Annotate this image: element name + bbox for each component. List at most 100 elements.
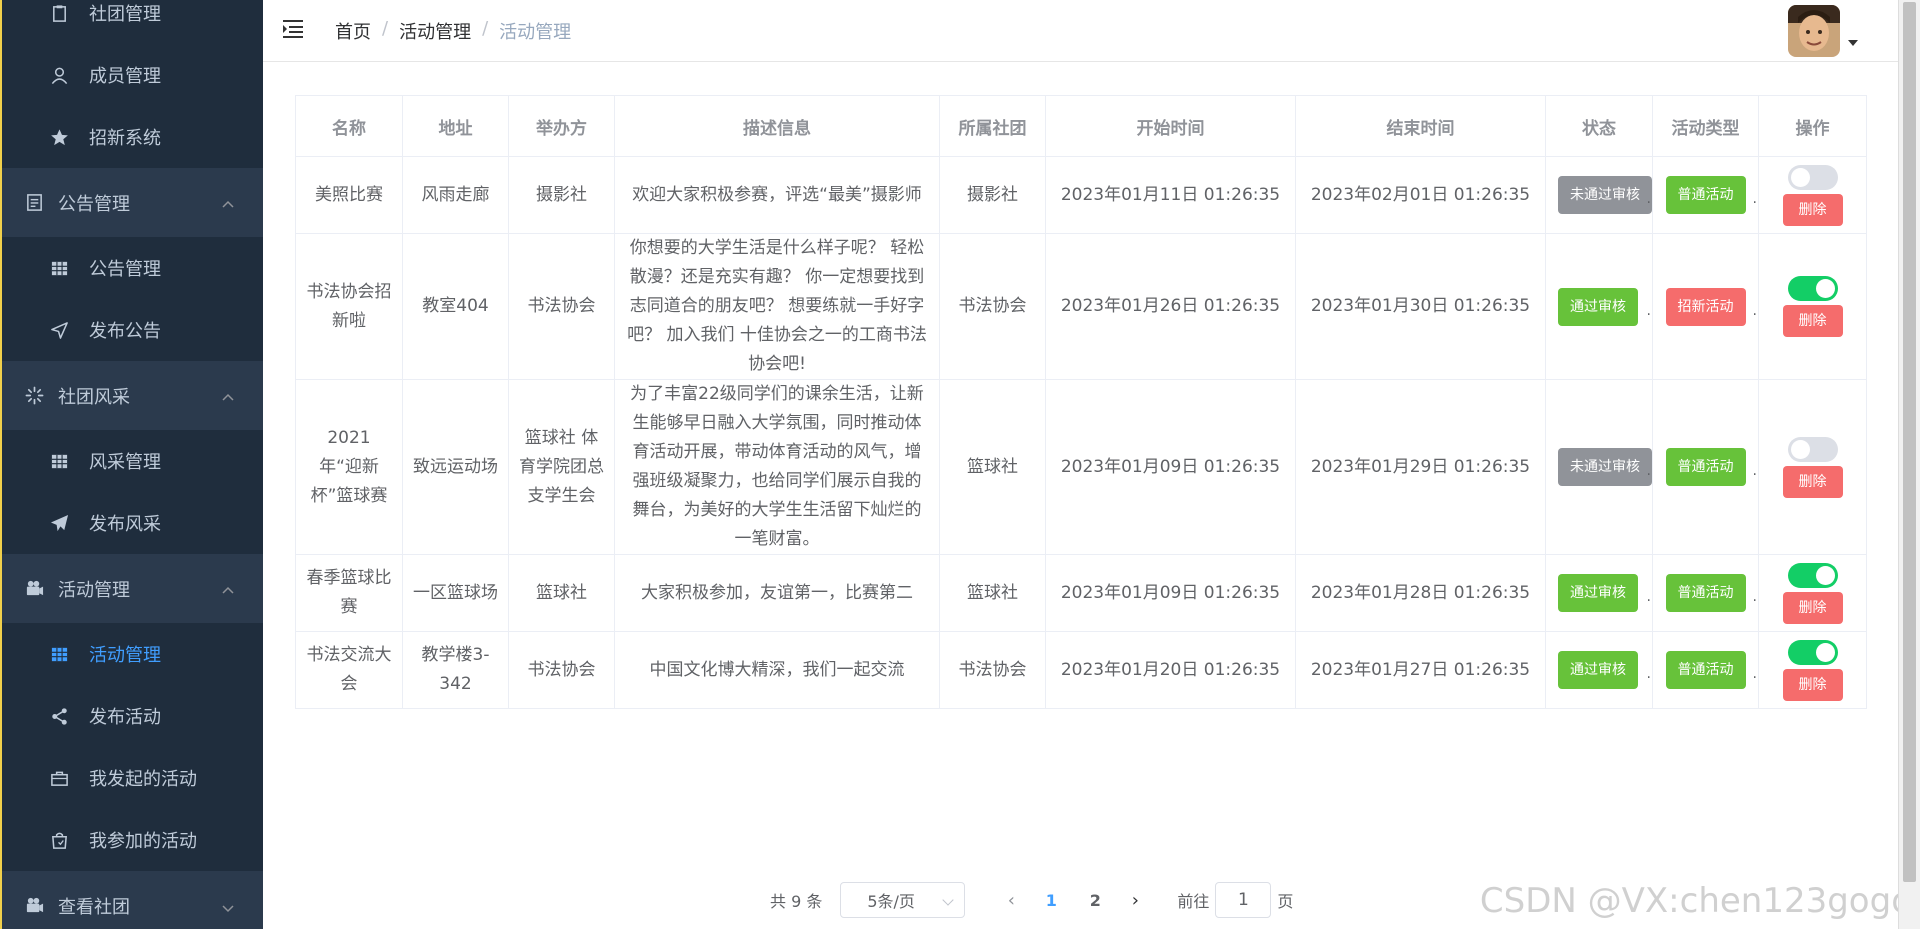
- cell-overflow-dot: .: [1752, 589, 1757, 605]
- page-size-select[interactable]: 5条/页: [840, 882, 966, 918]
- sidebar-item-13[interactable]: 我参加的活动: [2, 809, 263, 871]
- cell-actions: 删除: [1758, 156, 1867, 234]
- cell-end-time: 2023年02月01日 01:26:35: [1295, 156, 1546, 234]
- cell-end-time: 2023年01月29日 01:26:35: [1295, 379, 1546, 555]
- status-tag[interactable]: 未通过审核: [1558, 176, 1652, 214]
- caret-down-icon[interactable]: [1848, 40, 1858, 46]
- cell-host: 书法协会: [508, 631, 615, 709]
- sidebar-item-label: 招新系统: [89, 128, 161, 149]
- star-icon: [49, 127, 69, 147]
- sidebar-item-4[interactable]: 公告管理: [2, 237, 263, 299]
- cell-host: 摄影社: [508, 156, 615, 234]
- cell-name: 书法交流大会: [295, 631, 403, 709]
- delete-button[interactable]: 删除: [1782, 668, 1843, 701]
- cell-overflow-dot: .: [1752, 302, 1757, 319]
- cell-start-time: 2023年01月26日 01:26:35: [1045, 233, 1296, 380]
- chevron-up-icon: [221, 389, 235, 403]
- enable-switch[interactable]: [1787, 164, 1838, 190]
- cell-type: 普通活动.: [1652, 379, 1759, 555]
- cell-name: 2021年“迎新杯”篮球赛: [295, 379, 403, 555]
- sidebar-item-label: 公告管理: [89, 259, 161, 280]
- page-size-value: 5条/页: [867, 892, 915, 911]
- status-tag[interactable]: 通过审核: [1558, 287, 1638, 326]
- next-page-button[interactable]: ›: [1117, 890, 1153, 911]
- sidebar-item-8[interactable]: 发布风采: [2, 492, 263, 554]
- sidebar-item-label: 活动管理: [58, 579, 130, 601]
- page-2-button[interactable]: 2: [1073, 891, 1117, 910]
- sidebar-item-12[interactable]: 我发起的活动: [2, 747, 263, 809]
- cell-end-time: 2023年01月30日 01:26:35: [1295, 233, 1546, 380]
- grid-icon: [49, 644, 69, 664]
- cell-overflow-dot: .: [1646, 463, 1651, 479]
- cell-overflow-dot: .: [1646, 589, 1651, 605]
- sidebar-item-9[interactable]: 活动管理: [2, 554, 263, 623]
- grid-icon: [49, 258, 69, 278]
- cell-host: 篮球社: [508, 554, 615, 632]
- user-icon: [49, 65, 69, 85]
- enable-switch[interactable]: [1787, 436, 1838, 462]
- delete-button[interactable]: 删除: [1782, 465, 1843, 498]
- breadcrumb-home[interactable]: 首页: [335, 18, 371, 44]
- sidebar-item-1[interactable]: 成员管理: [2, 44, 263, 106]
- sidebar-item-7[interactable]: 风采管理: [2, 430, 263, 492]
- enable-switch[interactable]: [1787, 639, 1838, 665]
- delete-button[interactable]: 删除: [1782, 591, 1843, 624]
- sidebar-item-10[interactable]: 活动管理: [2, 623, 263, 685]
- cell-address: 教室404: [402, 233, 509, 380]
- chevron-up-icon: [221, 582, 235, 596]
- status-tag[interactable]: 通过审核: [1558, 651, 1638, 689]
- status-tag[interactable]: 未通过审核: [1558, 448, 1652, 486]
- cell-address: 风雨走廊: [402, 156, 509, 234]
- cell-overflow-dot: .: [1646, 302, 1651, 319]
- cell-club: 书法协会: [939, 631, 1046, 709]
- cell-status: 通过审核.: [1545, 554, 1653, 632]
- avatar[interactable]: [1788, 5, 1840, 57]
- sidebar-item-11[interactable]: 发布活动: [2, 685, 263, 747]
- status-tag[interactable]: 通过审核: [1558, 574, 1638, 612]
- type-tag[interactable]: 普通活动: [1665, 651, 1746, 689]
- sidebar-item-label: 我发起的活动: [89, 769, 197, 790]
- share-icon: [49, 706, 69, 726]
- sidebar-item-6[interactable]: 社团风采: [2, 361, 263, 430]
- type-tag[interactable]: 普通活动: [1665, 574, 1746, 612]
- enable-switch[interactable]: [1787, 276, 1838, 301]
- cell-status: 通过审核.: [1545, 233, 1653, 380]
- vertical-scrollbar[interactable]: [1898, 0, 1920, 929]
- goto-suffix: 页: [1277, 892, 1294, 911]
- breadcrumb: 首页 / 活动管理 / 活动管理: [335, 18, 571, 44]
- type-tag[interactable]: 招新活动: [1665, 287, 1746, 326]
- sidebar-item-label: 公告管理: [58, 193, 130, 215]
- chevron-down-icon: [221, 899, 235, 913]
- prev-page-button[interactable]: ‹: [993, 890, 1029, 911]
- cell-type: 普通活动.: [1652, 554, 1759, 632]
- cell-start-time: 2023年01月09日 01:26:35: [1045, 379, 1296, 555]
- table-header-row: 名称 地址 举办方 描述信息 所属社团 开始时间 结束时间 状态 活动类型 操作: [295, 95, 1867, 157]
- enable-switch[interactable]: [1787, 562, 1838, 588]
- goto-page-input[interactable]: 1: [1215, 882, 1272, 918]
- sidebar-item-5[interactable]: 发布公告: [2, 299, 263, 361]
- type-tag[interactable]: 普通活动: [1665, 176, 1746, 214]
- sidebar-item-label: 发布活动: [89, 707, 161, 728]
- delete-button[interactable]: 删除: [1782, 193, 1843, 226]
- sidebar-item-3[interactable]: 公告管理: [2, 168, 263, 237]
- cell-overflow-dot: .: [1752, 463, 1757, 479]
- cell-status: 未通过审核.: [1545, 156, 1653, 234]
- breadcrumb-level1[interactable]: 活动管理: [399, 18, 471, 44]
- sidebar-item-0[interactable]: 社团管理: [2, 0, 263, 44]
- briefcase-icon: [49, 768, 69, 788]
- clipboard-icon: [49, 3, 69, 23]
- page-1-button[interactable]: 1: [1029, 891, 1073, 910]
- sidebar-item-label: 查看社团: [58, 896, 130, 918]
- watermark: CSDN @VX:chen123gogo: [1479, 881, 1912, 921]
- cell-end-time: 2023年01月27日 01:26:35: [1295, 631, 1546, 709]
- cell-status: 通过审核.: [1545, 631, 1653, 709]
- delete-button[interactable]: 删除: [1782, 305, 1843, 337]
- hamburger-icon[interactable]: [283, 19, 305, 39]
- sidebar-item-14[interactable]: 查看社团: [2, 871, 263, 929]
- sidebar-item-label: 活动管理: [89, 645, 161, 666]
- sparkle-icon: [24, 386, 44, 406]
- scrollbar-thumb[interactable]: [1903, 2, 1916, 882]
- sidebar-item-label: 社团管理: [89, 4, 161, 25]
- sidebar-item-2[interactable]: 招新系统: [2, 106, 263, 168]
- type-tag[interactable]: 普通活动: [1665, 448, 1746, 486]
